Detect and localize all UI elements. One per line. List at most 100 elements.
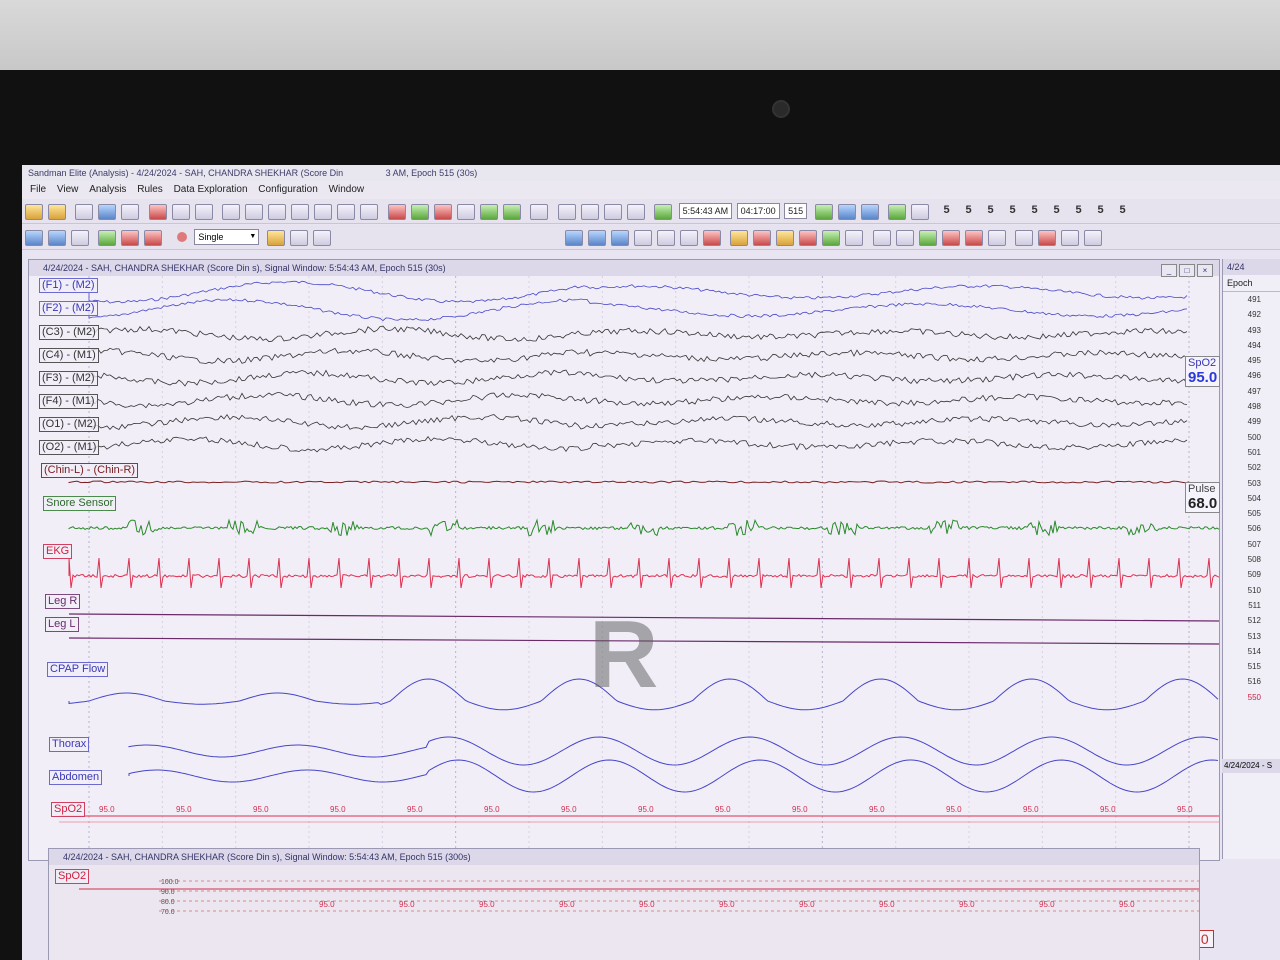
disconnect-icon[interactable]: [964, 230, 983, 246]
refresh-icon[interactable]: [530, 204, 549, 220]
channel-label-ekg[interactable]: EKG: [43, 544, 73, 559]
stage-button-7[interactable]: 5: [1068, 204, 1090, 216]
epoch-row[interactable]: 493: [1223, 323, 1280, 338]
lock-icon[interactable]: [776, 230, 795, 246]
note-edit-icon[interactable]: [702, 230, 721, 246]
epoch-row[interactable]: 502: [1223, 460, 1280, 475]
duration-field[interactable]: 04:17:00: [736, 203, 780, 219]
search-icon[interactable]: [1015, 230, 1034, 246]
channel-label-o1-m2[interactable]: (O1) - (M2): [39, 417, 100, 432]
signal-traces[interactable]: 95.0 95.0 95.0 95.0 95.0 95.0 95.0 95.0 95.0 95.0…: [29, 276, 1219, 860]
filter-icon[interactable]: [171, 204, 190, 220]
channel-label-c4-m1[interactable]: (C4) - (M1): [39, 348, 99, 363]
spo2-trend-plot[interactable]: 100.0 90.0 80.0 70.0 95.0 95.0 95.0 95.0 95.0 95.…: [49, 865, 1215, 960]
epoch-row[interactable]: 498: [1223, 399, 1280, 414]
display-icon[interactable]: [194, 204, 213, 220]
epoch-row[interactable]: 500: [1223, 430, 1280, 445]
spo2-trend-channel-label[interactable]: SpO2: [55, 869, 90, 884]
page-60s-icon[interactable]: [268, 204, 287, 220]
network-icon[interactable]: [918, 230, 937, 246]
channel-label-c3-m2[interactable]: (C3) - (M2): [39, 325, 99, 340]
zoom-out-icon[interactable]: [557, 204, 576, 220]
montage-icon[interactable]: [148, 204, 167, 220]
scale-icon[interactable]: [289, 230, 308, 246]
page-120s-icon[interactable]: [291, 204, 310, 220]
bookmark-icon[interactable]: [730, 230, 749, 246]
height-icon[interactable]: [312, 230, 331, 246]
hardware-icon[interactable]: [941, 230, 960, 246]
undo-icon[interactable]: [822, 230, 841, 246]
print-icon[interactable]: [121, 204, 140, 220]
grid-icon[interactable]: [144, 230, 163, 246]
stage-button-4[interactable]: 5: [1002, 204, 1024, 216]
epoch-row[interactable]: 499: [1223, 414, 1280, 429]
epoch-row[interactable]: 515: [1223, 659, 1280, 674]
back-arrow-icon[interactable]: [654, 204, 673, 220]
epoch-row[interactable]: 497: [1223, 384, 1280, 399]
stage-button-9[interactable]: 5: [1112, 204, 1134, 216]
channel-label-leg-r[interactable]: Leg R: [45, 594, 81, 609]
pages3-icon[interactable]: [656, 230, 675, 246]
epoch-row[interactable]: 508: [1223, 552, 1280, 567]
epoch-row[interactable]: 503: [1223, 476, 1280, 491]
epoch-row[interactable]: 511: [1223, 598, 1280, 613]
page-300s-icon[interactable]: [337, 204, 356, 220]
next-page-icon[interactable]: [603, 204, 622, 220]
channel-label-abdomen[interactable]: Abdomen: [49, 770, 103, 785]
channel-label-spo2[interactable]: SpO2: [51, 802, 86, 817]
monitor-icon[interactable]: [71, 230, 89, 246]
mode-select[interactable]: Single: [194, 229, 260, 245]
menu-rules[interactable]: Rules: [137, 181, 163, 199]
epoch-field[interactable]: 515: [784, 203, 808, 219]
epoch-row[interactable]: 513: [1223, 629, 1280, 644]
epoch-window-icon[interactable]: [837, 204, 856, 220]
person-icon[interactable]: [502, 204, 521, 220]
stage-button-2[interactable]: 5: [958, 204, 980, 216]
folder-icon[interactable]: [48, 204, 66, 220]
stage-icon[interactable]: [410, 204, 429, 220]
channel-label-thorax[interactable]: Thorax: [49, 737, 90, 752]
epoch-row[interactable]: 507: [1223, 537, 1280, 552]
menu-window[interactable]: Window: [329, 181, 365, 199]
channel-label-f4-m1[interactable]: (F4) - (M1): [39, 394, 98, 409]
dashboard-icon[interactable]: [987, 230, 1006, 246]
epoch-row[interactable]: 516: [1223, 674, 1280, 689]
jump-icon[interactable]: [626, 204, 645, 220]
layout-icon[interactable]: [25, 230, 43, 246]
epoch-row[interactable]: 550: [1223, 690, 1280, 705]
stop-icon[interactable]: [753, 230, 772, 246]
stage-button-8[interactable]: 5: [1090, 204, 1112, 216]
resp-icon[interactable]: [456, 204, 475, 220]
channel-label-cpap-flow[interactable]: CPAP Flow: [47, 662, 109, 677]
pages-icon[interactable]: [610, 230, 629, 246]
paste-icon[interactable]: [587, 230, 606, 246]
epoch-row[interactable]: 510: [1223, 583, 1280, 598]
channel-label-f3-m2[interactable]: (F3) - (M2): [39, 371, 98, 386]
report-icon[interactable]: [98, 204, 117, 220]
channel-label-snore[interactable]: Snore Sensor: [43, 496, 117, 511]
bed-icon[interactable]: [872, 230, 891, 246]
epoch-row[interactable]: 494: [1223, 338, 1280, 353]
epoch-row[interactable]: 505: [1223, 506, 1280, 521]
go-arrow-icon[interactable]: [814, 204, 833, 220]
find-icon[interactable]: [1084, 230, 1103, 246]
bed2-icon[interactable]: [895, 230, 914, 246]
window-icon[interactable]: [48, 230, 66, 246]
video-icon[interactable]: [98, 230, 117, 246]
event-icon[interactable]: [387, 204, 406, 220]
limb-icon[interactable]: [479, 204, 498, 220]
epoch-row[interactable]: 506: [1223, 521, 1280, 536]
epoch-row[interactable]: 495: [1223, 353, 1280, 368]
epoch-row[interactable]: 491: [1223, 292, 1280, 307]
channel-label-chin[interactable]: (Chin-L) - (Chin-R): [41, 463, 139, 478]
note-icon[interactable]: [679, 230, 698, 246]
prev-page-icon[interactable]: [580, 204, 599, 220]
delete-icon[interactable]: [799, 230, 818, 246]
stage-button-1[interactable]: 5: [936, 204, 958, 216]
epoch-row[interactable]: 492: [1223, 307, 1280, 322]
chart-icon[interactable]: [75, 204, 94, 220]
stage-button-5[interactable]: 5: [1024, 204, 1046, 216]
page-10s-icon[interactable]: [222, 204, 241, 220]
epoch-row[interactable]: 512: [1223, 613, 1280, 628]
video-off-icon[interactable]: [121, 230, 140, 246]
